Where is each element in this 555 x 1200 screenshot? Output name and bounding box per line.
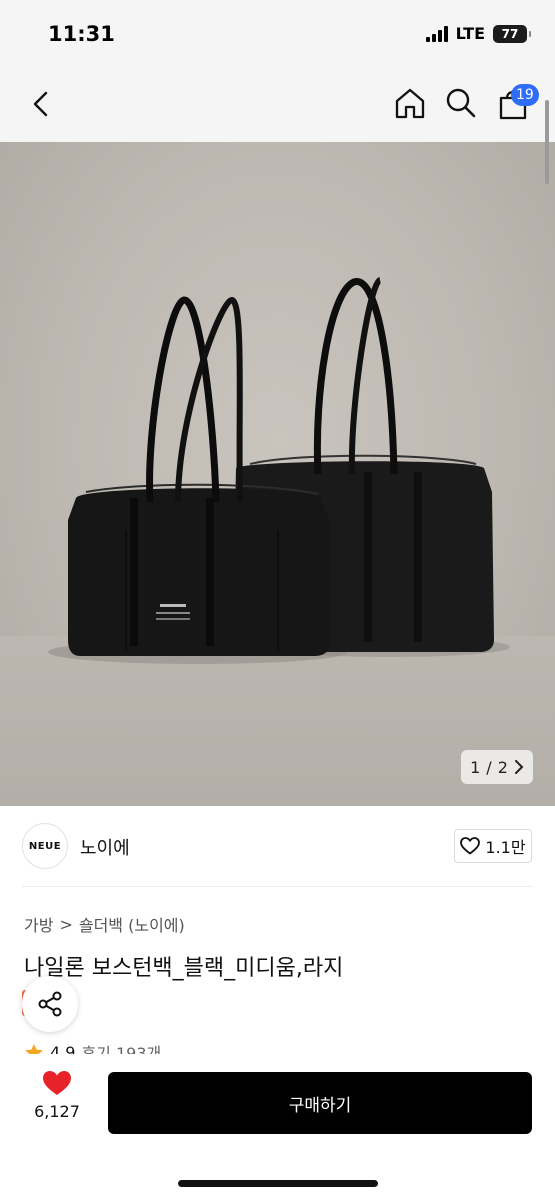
breadcrumb-category[interactable]: 가방 bbox=[24, 912, 53, 936]
battery-level: 77 bbox=[501, 26, 519, 41]
wishlist-button[interactable]: 6,127 bbox=[20, 1070, 94, 1136]
heart-outline-icon bbox=[460, 837, 481, 855]
buy-button[interactable]: 구매하기 bbox=[108, 1072, 532, 1134]
product-image[interactable]: 1 / 2 bbox=[0, 142, 555, 806]
chevron-right-icon bbox=[514, 760, 524, 774]
image-counter[interactable]: 1 / 2 bbox=[461, 750, 533, 784]
status-indicators: LTE 77 bbox=[425, 24, 531, 43]
image-current: 1 bbox=[470, 757, 481, 777]
section-divider bbox=[22, 886, 533, 887]
product-title: 나일론 보스턴백_블랙_미디움,라지 bbox=[24, 956, 344, 981]
brand-name[interactable]: 노이에 bbox=[80, 834, 130, 860]
status-bar: 11:31 LTE 77 bbox=[0, 0, 555, 70]
wishlist-count: 6,127 bbox=[34, 1102, 80, 1121]
search-icon[interactable] bbox=[445, 87, 477, 119]
bottom-action-bar: 6,127 구매하기 bbox=[0, 1054, 555, 1200]
heart-filled-icon bbox=[43, 1071, 71, 1095]
status-time: 11:31 bbox=[48, 22, 115, 46]
cart-count-badge: 19 bbox=[511, 84, 539, 106]
breadcrumb: 가방 > 숄더백 (노이에) bbox=[24, 912, 185, 936]
brand-logo[interactable]: NEUE bbox=[22, 823, 68, 869]
like-count: 1.1만 bbox=[485, 838, 526, 857]
bag-illustration bbox=[48, 277, 510, 664]
image-total: 2 bbox=[497, 757, 508, 777]
home-icon[interactable] bbox=[393, 86, 427, 120]
signal-icon bbox=[425, 25, 448, 42]
brand-like-button[interactable]: 1.1만 bbox=[454, 829, 532, 863]
breadcrumb-subcategory[interactable]: 숄더백 (노이에) bbox=[79, 912, 185, 936]
image-separator: / bbox=[486, 757, 492, 777]
breadcrumb-separator: > bbox=[59, 914, 73, 934]
network-label: LTE bbox=[455, 24, 485, 43]
home-indicator bbox=[178, 1180, 378, 1187]
scrollbar[interactable] bbox=[545, 100, 549, 184]
brand-logo-text: NEUE bbox=[28, 840, 62, 852]
share-button[interactable] bbox=[22, 976, 78, 1032]
brand-row: NEUE 노이에 1.1만 bbox=[0, 806, 555, 886]
battery-icon: 77 bbox=[493, 24, 531, 43]
chevron-left-icon[interactable] bbox=[26, 88, 58, 120]
share-icon bbox=[38, 991, 62, 1017]
